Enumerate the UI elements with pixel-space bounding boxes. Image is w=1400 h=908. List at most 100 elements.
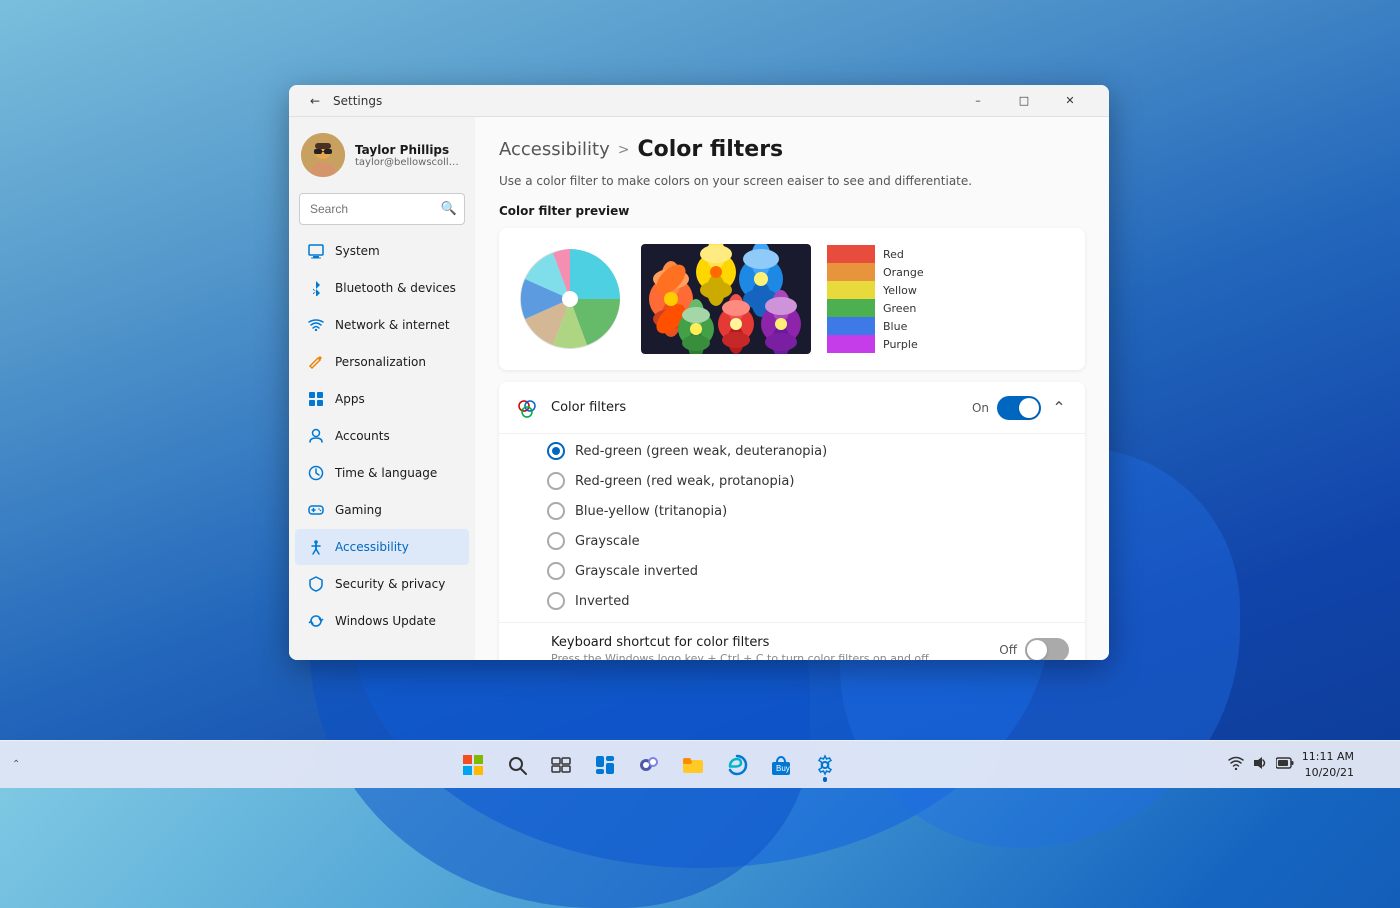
sidebar-item-accounts-label: Accounts <box>335 429 390 443</box>
swatch-label-blue: Blue <box>883 317 924 335</box>
active-indicator <box>823 778 827 782</box>
sidebar-item-personalization-label: Personalization <box>335 355 426 369</box>
swatch-label-green: Green <box>883 299 924 317</box>
radio-inverted[interactable]: Inverted <box>547 592 1069 610</box>
back-button[interactable]: ← <box>305 91 325 111</box>
widgets-button[interactable] <box>585 745 625 785</box>
content-area: Accessibility > Color filters Use a colo… <box>475 117 1109 660</box>
file-explorer-button[interactable] <box>673 745 713 785</box>
swatch-labels: Red Orange Yellow Green Blue Purple <box>875 245 924 353</box>
taskbar-search-button[interactable] <box>497 745 537 785</box>
wifi-icon[interactable] <box>1226 756 1246 774</box>
radio-deuteranopia[interactable]: Red-green (green weak, deuteranopia) <box>547 442 1069 460</box>
search-box: 🔍 <box>299 193 465 225</box>
radio-protanopia[interactable]: Red-green (red weak, protanopia) <box>547 472 1069 490</box>
swatch-blue <box>827 317 875 335</box>
radio-label-grayscale-inverted: Grayscale inverted <box>575 564 698 579</box>
radio-grayscale-inverted[interactable]: Grayscale inverted <box>547 562 1069 580</box>
task-view-button[interactable] <box>541 745 581 785</box>
taskbar-left: ⌃ <box>12 759 72 770</box>
windows-update-icon <box>307 612 325 630</box>
settings-taskbar-button[interactable] <box>805 745 845 785</box>
user-info: Taylor Phillips taylor@bellowscollege.co… <box>355 143 463 168</box>
maximize-button[interactable]: □ <box>1001 85 1047 117</box>
color-swatches: Red Orange Yellow Green Blue Purple <box>827 245 924 353</box>
color-filters-row: Color filters On ⌃ <box>499 382 1085 434</box>
swatch-green <box>827 299 875 317</box>
sidebar-item-security-label: Security & privacy <box>335 577 445 591</box>
radio-circle-grayscale-inverted <box>547 562 565 580</box>
toggle-thumb <box>1019 398 1039 418</box>
window-title: Settings <box>333 94 955 108</box>
sidebar-item-security[interactable]: Security & privacy <box>295 566 469 602</box>
sidebar-item-network-label: Network & internet <box>335 318 450 332</box>
clock-time: 11:11 AM <box>1302 749 1354 764</box>
sidebar-item-network[interactable]: Network & internet <box>295 307 469 343</box>
swatch-label-orange: Orange <box>883 263 924 281</box>
window-controls: – □ ✕ <box>955 85 1093 117</box>
sidebar-item-gaming[interactable]: Gaming <box>295 492 469 528</box>
taskbar-center: Buy <box>453 745 845 785</box>
keyboard-shortcut-desc: Press the Windows logo key + Ctrl + C to… <box>551 652 999 660</box>
volume-icon[interactable] <box>1250 755 1270 775</box>
svg-text:Buy: Buy <box>776 764 790 773</box>
avatar <box>301 133 345 177</box>
keyboard-shortcut-spacer <box>515 638 539 660</box>
start-button[interactable] <box>453 745 493 785</box>
swatch-purple <box>827 335 875 353</box>
chat-button[interactable] <box>629 745 669 785</box>
sidebar-item-windows-update-label: Windows Update <box>335 614 436 628</box>
settings-body: Taylor Phillips taylor@bellowscollege.co… <box>289 117 1109 660</box>
sidebar-item-apps[interactable]: Apps <box>295 381 469 417</box>
sidebar-item-time-label: Time & language <box>335 466 437 480</box>
sidebar-item-system[interactable]: System <box>295 233 469 269</box>
system-tray <box>1226 755 1296 775</box>
apps-icon <box>307 390 325 408</box>
swatch-label-purple: Purple <box>883 335 924 353</box>
store-button[interactable]: Buy <box>761 745 801 785</box>
sidebar-item-bluetooth[interactable]: Bluetooth & devices <box>295 270 469 306</box>
keyboard-shortcut-toggle[interactable] <box>1025 638 1069 660</box>
user-name: Taylor Phillips <box>355 143 463 157</box>
taskbar-right: 11:11 AM 10/20/21 <box>1226 745 1388 785</box>
system-clock[interactable]: 11:11 AM 10/20/21 <box>1302 749 1354 780</box>
radio-label-inverted: Inverted <box>575 594 629 609</box>
sidebar-item-accessibility[interactable]: Accessibility <box>295 529 469 565</box>
time-icon <box>307 464 325 482</box>
expand-button[interactable]: ⌃ <box>1049 398 1069 418</box>
breadcrumb-current: Color filters <box>638 137 784 162</box>
clock-date: 10/20/21 <box>1302 765 1354 780</box>
sidebar-item-accounts[interactable]: Accounts <box>295 418 469 454</box>
system-icon <box>307 242 325 260</box>
flowers-preview <box>641 244 811 354</box>
breadcrumb-parent[interactable]: Accessibility <box>499 139 610 160</box>
show-desktop-button[interactable] <box>1360 745 1388 785</box>
radio-label-tritanopia: Blue-yellow (tritanopia) <box>575 504 727 519</box>
edge-button[interactable] <box>717 745 757 785</box>
close-button[interactable]: ✕ <box>1047 85 1093 117</box>
sidebar-item-gaming-label: Gaming <box>335 503 382 517</box>
radio-grayscale[interactable]: Grayscale <box>547 532 1069 550</box>
breadcrumb-separator: > <box>618 142 630 158</box>
battery-icon[interactable] <box>1274 757 1296 773</box>
user-email: taylor@bellowscollege.com <box>355 157 463 168</box>
radio-circle-inverted <box>547 592 565 610</box>
keyboard-shortcut-row: Keyboard shortcut for color filters Pres… <box>499 623 1085 660</box>
radio-tritanopia[interactable]: Blue-yellow (tritanopia) <box>547 502 1069 520</box>
swatch-yellow <box>827 281 875 299</box>
network-icon <box>307 316 325 334</box>
system-tray-chevron[interactable]: ⌃ <box>12 759 72 770</box>
radio-circle-grayscale <box>547 532 565 550</box>
preview-label: Color filter preview <box>499 204 1085 218</box>
radio-circle-deuteranopia <box>547 442 565 460</box>
sidebar-item-personalization[interactable]: Personalization <box>295 344 469 380</box>
bluetooth-icon <box>307 279 325 297</box>
color-filters-toggle[interactable] <box>997 396 1041 420</box>
radio-circle-protanopia <box>547 472 565 490</box>
sidebar-item-accessibility-label: Accessibility <box>335 540 409 554</box>
sidebar-item-time[interactable]: Time & language <box>295 455 469 491</box>
minimize-button[interactable]: – <box>955 85 1001 117</box>
keyboard-shortcut-status: Off <box>999 643 1017 657</box>
user-profile[interactable]: Taylor Phillips taylor@bellowscollege.co… <box>289 117 475 189</box>
sidebar-item-windows-update[interactable]: Windows Update <box>295 603 469 639</box>
